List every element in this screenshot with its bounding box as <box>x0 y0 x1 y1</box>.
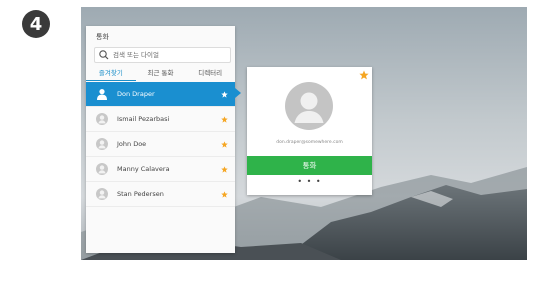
selection-pointer <box>235 88 241 98</box>
contact-row[interactable]: Manny Calavera <box>86 157 235 182</box>
device-screen: 통화 즐겨찾기 최근 통화 디렉터리 Don Draper <box>81 7 527 260</box>
favorite-star-icon[interactable] <box>221 90 228 98</box>
contact-list: Don Draper Ismail Pezarbasi John Doe Man… <box>86 82 235 207</box>
contact-row[interactable]: John Doe <box>86 132 235 157</box>
step-number-badge: 4 <box>22 10 50 38</box>
contact-name: Stan Pedersen <box>117 190 164 198</box>
contact-email: don.draper@somewhere.com <box>276 140 343 145</box>
favorite-star-icon[interactable] <box>221 190 228 198</box>
contact-name: John Doe <box>117 140 147 148</box>
favorite-star-icon[interactable] <box>359 70 369 80</box>
contact-name: Don Draper <box>117 90 155 98</box>
tab-bar: 즐겨찾기 최근 통화 디렉터리 <box>86 68 235 81</box>
search-box[interactable] <box>94 47 231 63</box>
tab-directory[interactable]: 디렉터리 <box>185 68 235 81</box>
tab-recent-calls[interactable]: 최근 통화 <box>136 68 186 81</box>
tab-favorites[interactable]: 즐겨찾기 <box>86 68 136 81</box>
call-panel: 통화 즐겨찾기 최근 통화 디렉터리 Don Draper <box>86 26 235 253</box>
favorite-star-icon[interactable] <box>221 140 228 148</box>
contact-name: Manny Calavera <box>117 165 170 173</box>
avatar-icon <box>96 138 108 150</box>
favorite-star-icon[interactable] <box>221 165 228 173</box>
avatar-icon <box>96 113 108 125</box>
avatar-icon <box>96 188 108 200</box>
search-icon <box>99 50 109 60</box>
avatar-icon <box>96 163 108 175</box>
call-button[interactable]: 통화 <box>247 156 372 175</box>
search-input[interactable] <box>110 51 223 59</box>
contact-detail-card: don.draper@somewhere.com 통화 • • • <box>247 67 372 195</box>
favorite-star-icon[interactable] <box>221 115 228 123</box>
person-icon <box>97 89 107 100</box>
avatar-icon <box>285 82 333 130</box>
more-options-button[interactable]: • • • <box>247 177 372 186</box>
contact-row[interactable]: Don Draper <box>86 82 235 107</box>
contact-row[interactable]: Ismail Pezarbasi <box>86 107 235 132</box>
contact-row[interactable]: Stan Pedersen <box>86 182 235 207</box>
panel-title: 통화 <box>96 33 109 41</box>
contact-name: Ismail Pezarbasi <box>117 115 170 123</box>
